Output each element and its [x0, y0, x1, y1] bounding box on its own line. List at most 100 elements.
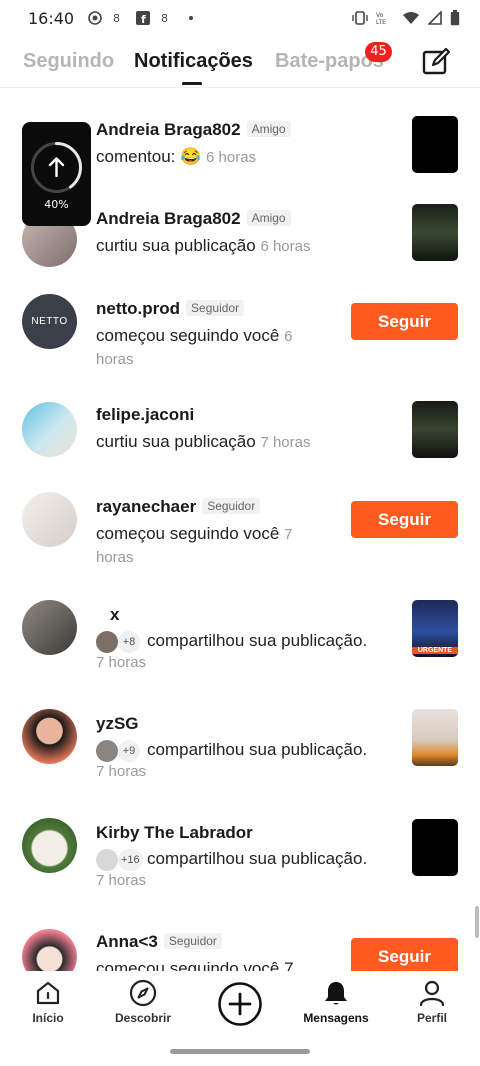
facebook-icon: f — [136, 11, 151, 25]
status-bar: 16:40 8 f 8 Vo LTE — [0, 0, 480, 36]
user-avatar[interactable] — [22, 709, 77, 764]
notification-action: comentou: 😂 6 horas — [96, 147, 257, 166]
notification-time: 6 horas — [206, 149, 257, 166]
app-notification-icon — [88, 11, 102, 25]
notification-user[interactable]: Kirby The Labrador — [96, 823, 253, 843]
svg-text:LTE: LTE — [376, 19, 386, 25]
relation-tag: Seguidor — [163, 933, 222, 949]
gesture-home-bar[interactable] — [170, 1049, 310, 1054]
bottom-navigation: Início Descobrir Mensagens Perfil — [0, 971, 480, 1041]
volte-icon: VoLTE — [376, 12, 386, 25]
status-notification-icons: 8 f 8 — [88, 11, 198, 25]
post-thumbnail[interactable] — [412, 819, 458, 876]
compass-icon — [129, 979, 157, 1007]
relation-tag: Seguidor — [202, 498, 261, 514]
sharer-avatar-stack: +8 — [96, 631, 140, 653]
notification-user[interactable]: netto.prod Seguidor — [96, 299, 245, 319]
nav-label: Mensagens — [303, 1011, 369, 1025]
sharer-count: +9 — [118, 740, 140, 762]
bell-icon — [325, 982, 347, 1005]
svg-text:8: 8 — [113, 12, 120, 25]
dot-icon — [189, 16, 194, 20]
user-avatar[interactable] — [22, 492, 77, 547]
battery-icon — [450, 10, 460, 26]
user-avatar[interactable] — [22, 929, 77, 971]
sharer-count: +8 — [118, 631, 140, 653]
vibrate-icon — [352, 11, 368, 25]
notification-user[interactable]: Anna<3 Seguidor — [96, 932, 222, 952]
relation-tag: Amigo — [246, 121, 291, 137]
tab-seguindo[interactable]: Seguindo — [23, 50, 114, 73]
relation-tag: Amigo — [246, 210, 291, 226]
notification-time: 7 horas — [96, 872, 147, 889]
nav-label: Descobrir — [114, 1011, 172, 1025]
post-thumbnail[interactable]: URGENTE — [412, 600, 458, 657]
person-icon — [419, 980, 445, 1007]
status-time: 16:40 — [28, 8, 75, 28]
nav-item-perfil[interactable]: Perfil — [392, 979, 472, 1025]
status-system-icons: Vo LTE — [352, 10, 460, 26]
notification-user[interactable]: x — [110, 605, 119, 625]
nav-label: Perfil — [416, 1011, 447, 1025]
notification-action: curtiu sua publicação 7 horas — [96, 432, 311, 451]
notification-action: compartilhou sua publicação. — [147, 631, 368, 650]
notification-time: 7 horas — [260, 434, 311, 451]
notification-user[interactable]: yzSG — [96, 714, 139, 734]
notification-time: 7 horas — [96, 763, 147, 780]
svg-text:Vo: Vo — [376, 12, 384, 19]
nav-item-descobrir[interactable]: Descobrir — [103, 979, 183, 1025]
follow-button[interactable]: Seguir — [351, 938, 458, 971]
notification-user[interactable]: felipe.jaconi — [96, 405, 194, 425]
relation-tag: Seguidor — [186, 300, 245, 316]
sharer-count: +16 — [118, 849, 143, 871]
notification-action: compartilhou sua publicação. — [147, 849, 368, 868]
notification-time: 6 horas — [260, 238, 311, 255]
user-avatar[interactable] — [22, 600, 77, 655]
top-tab-bar: Seguindo Notificações Bate-papos 45 — [0, 36, 480, 88]
user-avatar[interactable]: NETTO — [22, 294, 77, 349]
upload-percent: 40% — [44, 198, 69, 211]
upload-progress-overlay[interactable]: 40% — [22, 122, 91, 226]
active-tab-indicator — [182, 82, 202, 85]
sharer-avatar-stack: +16 — [96, 849, 143, 871]
compose-icon[interactable] — [420, 46, 452, 78]
notification-action: curtiu sua publicação 6 horas — [96, 236, 311, 255]
svg-text:f: f — [141, 13, 146, 25]
notification-user[interactable]: rayanechaer Seguidor — [96, 497, 261, 517]
notification-action: começou seguindo você 7 horas — [96, 524, 293, 566]
post-thumbnail[interactable] — [412, 116, 458, 173]
notification-time: 7 horas — [96, 654, 147, 671]
notification-user[interactable]: Andreia Braga802 Amigo — [96, 209, 291, 229]
avatar-logo-text: NETTO — [31, 316, 68, 327]
nav-label: Início — [32, 1011, 64, 1025]
follow-button[interactable]: Seguir — [351, 501, 458, 538]
sharer-avatar — [96, 849, 118, 871]
post-thumbnail[interactable] — [412, 401, 458, 458]
nav-item-inicio[interactable]: Início — [8, 979, 88, 1025]
wifi-icon — [403, 12, 419, 24]
chat-unread-badge: 45 — [365, 42, 392, 62]
plus-circle-icon — [218, 982, 262, 1026]
user-avatar[interactable] — [22, 402, 77, 457]
notification-action: compartilhou sua publicação. — [147, 740, 368, 759]
notification-action: começou seguindo você 7 — [96, 959, 294, 971]
nav-item-create[interactable] — [200, 981, 280, 1027]
thumbnail-caption: URGENTE — [412, 647, 458, 654]
home-icon — [36, 981, 60, 1005]
post-thumbnail[interactable] — [412, 204, 458, 261]
upload-progress-ring — [31, 142, 82, 193]
svg-text:8: 8 — [161, 12, 168, 25]
post-thumbnail[interactable] — [412, 709, 458, 766]
nav-item-mensagens[interactable]: Mensagens — [296, 979, 376, 1025]
scrollbar[interactable] — [475, 906, 479, 938]
sharer-avatar — [96, 631, 118, 653]
upload-arrow-icon — [48, 157, 65, 178]
sharer-avatar-stack: +9 — [96, 740, 140, 762]
tab-notificacoes[interactable]: Notificações — [134, 50, 253, 73]
follow-button[interactable]: Seguir — [351, 303, 458, 340]
app-notification-icon: 8 — [113, 12, 120, 25]
notification-user[interactable]: Andreia Braga802 Amigo — [96, 120, 291, 140]
signal-icon — [428, 11, 442, 25]
user-avatar[interactable] — [22, 818, 77, 873]
app-notification-icon: 8 — [161, 12, 168, 25]
